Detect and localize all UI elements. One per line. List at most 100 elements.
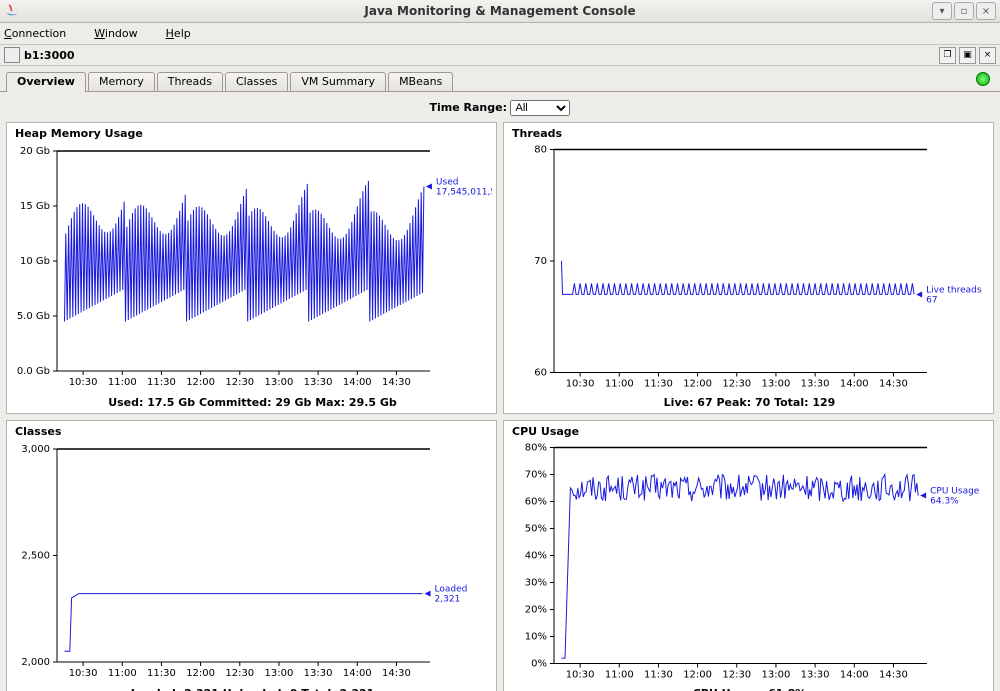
svg-text:15 Gb: 15 Gb <box>20 201 50 212</box>
svg-text:70%: 70% <box>525 470 547 481</box>
tab-vm-summary[interactable]: VM Summary <box>290 72 386 91</box>
svg-text:11:00: 11:00 <box>108 377 137 388</box>
svg-text:12:30: 12:30 <box>225 377 254 388</box>
svg-text:11:30: 11:30 <box>644 670 673 681</box>
menu-connection[interactable]: Connection <box>4 27 80 40</box>
heap-panel: Heap Memory Usage 0.0 Gb 5.0 Gb 10 Gb 15 Gb… <box>6 122 497 414</box>
svg-text:40%: 40% <box>525 551 547 562</box>
svg-text:14:30: 14:30 <box>879 379 908 390</box>
svg-text:70: 70 <box>534 256 547 267</box>
tab-memory[interactable]: Memory <box>88 72 155 91</box>
tab-overview[interactable]: Overview <box>6 72 86 92</box>
svg-text:2,500: 2,500 <box>21 551 50 562</box>
connection-icon <box>4 47 20 63</box>
svg-text:Used: Used <box>436 177 459 187</box>
minimize-button[interactable]: ▾ <box>932 2 952 20</box>
svg-text:13:30: 13:30 <box>801 379 830 390</box>
svg-text:13:00: 13:00 <box>762 670 791 681</box>
svg-text:11:00: 11:00 <box>108 668 137 679</box>
svg-text:3,000: 3,000 <box>21 444 50 455</box>
svg-text:67: 67 <box>926 295 937 305</box>
svg-text:10:30: 10:30 <box>566 670 595 681</box>
svg-text:13:00: 13:00 <box>762 379 791 390</box>
window-titlebar: Java Monitoring & Management Console ▾ ▫… <box>0 0 1000 23</box>
threads-panel: Threads 60 70 80 10:30 11:00 11:30 12:00 12:30 1… <box>503 122 994 414</box>
svg-text:12:00: 12:00 <box>683 379 712 390</box>
cpu-chart: 0%10%20%30%40%50%60%70%80%10:3011:0011:3… <box>510 440 989 685</box>
svg-text:12:30: 12:30 <box>225 668 254 679</box>
cpu-title: CPU Usage <box>510 423 989 440</box>
svg-text:10 Gb: 10 Gb <box>20 256 50 267</box>
time-range-label: Time Range: <box>430 101 507 114</box>
svg-text:80%: 80% <box>525 443 547 454</box>
svg-text:14:00: 14:00 <box>840 379 869 390</box>
svg-text:5.0 Gb: 5.0 Gb <box>17 311 50 322</box>
tab-mbeans[interactable]: MBeans <box>388 72 453 91</box>
svg-text:CPU Usage: CPU Usage <box>930 487 980 497</box>
internal-frame-bar: b1:3000 ❐ ▣ × <box>0 45 1000 66</box>
threads-title: Threads <box>510 125 989 142</box>
internal-restore-button[interactable]: ❐ <box>939 47 956 64</box>
time-range-select[interactable]: All <box>510 100 570 116</box>
svg-text:2,321: 2,321 <box>435 595 461 605</box>
internal-maximize-button[interactable]: ▣ <box>959 47 976 64</box>
svg-text:11:30: 11:30 <box>644 379 673 390</box>
svg-text:10:30: 10:30 <box>566 379 595 390</box>
cpu-panel: CPU Usage 0%10%20%30%40%50%60%70%80%10:3… <box>503 420 994 691</box>
svg-text:14:30: 14:30 <box>382 377 411 388</box>
svg-text:Live threads: Live threads <box>926 285 982 295</box>
menu-window[interactable]: Window <box>94 27 151 40</box>
svg-text:20 Gb: 20 Gb <box>20 146 50 157</box>
threads-footer: Live: 67 Peak: 70 Total: 129 <box>510 394 989 409</box>
internal-frame-title: b1:3000 <box>24 49 75 62</box>
svg-text:13:30: 13:30 <box>304 668 333 679</box>
connection-status-icon <box>976 72 990 86</box>
svg-text:14:00: 14:00 <box>343 668 372 679</box>
svg-text:11:00: 11:00 <box>605 379 634 390</box>
svg-text:13:00: 13:00 <box>265 668 294 679</box>
classes-footer: Loaded: 2,321 Unloaded: 0 Total: 2,321 <box>13 685 492 691</box>
classes-title: Classes <box>13 423 492 440</box>
svg-text:14:30: 14:30 <box>879 670 908 681</box>
svg-text:0%: 0% <box>531 659 547 670</box>
classes-chart: 2,000 2,500 3,000 10:30 11:00 11:30 12:00 12:30… <box>13 440 492 685</box>
svg-text:14:00: 14:00 <box>840 670 869 681</box>
svg-text:13:30: 13:30 <box>304 377 333 388</box>
menu-help[interactable]: Help <box>166 27 205 40</box>
svg-text:10:30: 10:30 <box>69 377 98 388</box>
maximize-button[interactable]: ▫ <box>954 2 974 20</box>
svg-text:10%: 10% <box>525 632 547 643</box>
heap-chart: 0.0 Gb 5.0 Gb 10 Gb 15 Gb 20 Gb 10:30 11:00 11:… <box>13 142 492 394</box>
svg-text:20%: 20% <box>525 605 547 616</box>
svg-text:12:00: 12:00 <box>186 668 215 679</box>
heap-title: Heap Memory Usage <box>13 125 492 142</box>
svg-text:12:00: 12:00 <box>683 670 712 681</box>
menubar: Connection Window Help <box>0 23 1000 45</box>
svg-text:30%: 30% <box>525 578 547 589</box>
tab-classes[interactable]: Classes <box>225 72 288 91</box>
threads-chart: 60 70 80 10:30 11:00 11:30 12:00 12:30 13:00 13:3… <box>510 142 989 394</box>
svg-text:14:30: 14:30 <box>382 668 411 679</box>
svg-text:13:00: 13:00 <box>265 377 294 388</box>
svg-text:60: 60 <box>534 368 547 379</box>
time-range-row: Time Range: All <box>6 96 994 122</box>
svg-text:2,000: 2,000 <box>21 657 50 668</box>
tab-threads[interactable]: Threads <box>157 72 223 91</box>
svg-text:17,545,011,536: 17,545,011,536 <box>436 187 492 197</box>
svg-text:11:30: 11:30 <box>147 668 176 679</box>
cpu-footer: CPU Usage: 61.8% <box>510 685 989 691</box>
svg-text:12:30: 12:30 <box>722 379 751 390</box>
svg-text:10:30: 10:30 <box>69 668 98 679</box>
heap-footer: Used: 17.5 Gb Committed: 29 Gb Max: 29.5… <box>13 394 492 409</box>
internal-close-button[interactable]: × <box>979 47 996 64</box>
svg-text:64.3%: 64.3% <box>930 497 959 507</box>
svg-text:11:30: 11:30 <box>147 377 176 388</box>
content-area: Time Range: All Heap Memory Usage 0.0 Gb… <box>0 92 1000 691</box>
tab-bar: Overview Memory Threads Classes VM Summa… <box>0 66 1000 92</box>
close-button[interactable]: × <box>976 2 996 20</box>
svg-text:11:00: 11:00 <box>605 670 634 681</box>
svg-text:50%: 50% <box>525 524 547 535</box>
svg-text:80: 80 <box>534 145 547 156</box>
classes-panel: Classes 2,000 2,500 3,000 10:30 11:00 11:30 12… <box>6 420 497 691</box>
svg-text:0.0 Gb: 0.0 Gb <box>17 366 50 377</box>
